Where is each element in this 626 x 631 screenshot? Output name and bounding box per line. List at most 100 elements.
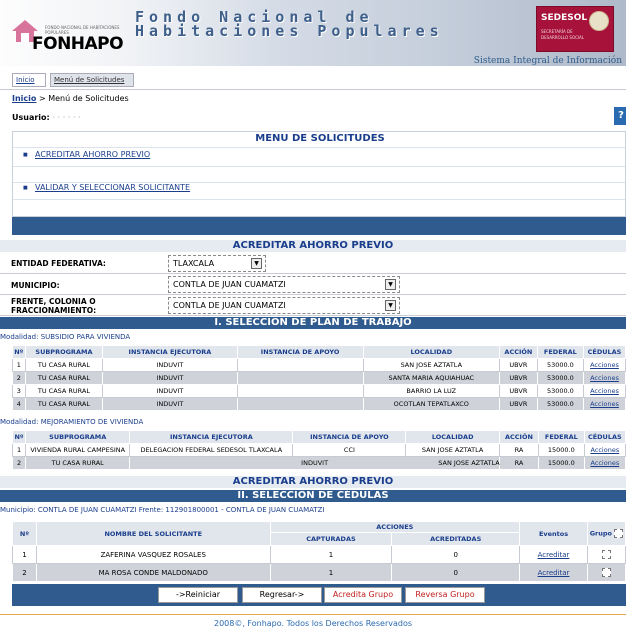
cell-nombre: ZAFERINA VASQUEZ ROSALES — [35, 545, 271, 564]
table-row[interactable]: 1 VIVIENDA RURAL CAMPESINA DELEGACION FE… — [11, 443, 626, 457]
breadcrumb-current: Menú de Solicitudes — [48, 94, 129, 103]
help-button[interactable]: ? — [614, 107, 626, 125]
col-header: ACCIONES — [269, 521, 521, 533]
acredita-grupo-button[interactable]: Acredita Grupo — [324, 587, 402, 603]
national-seal-icon — [589, 11, 609, 31]
cell-localidad: BARRIO LA LUZ — [362, 384, 501, 398]
cell-ejecutora: INDUVIT — [102, 371, 238, 385]
cell-subprograma: TU CASA RURAL — [24, 371, 104, 385]
cell-accion: UBVR — [499, 358, 538, 372]
municipio-select[interactable]: CONTLA DE JUAN CUAMATZI ▼ — [168, 276, 400, 293]
cell-no: 2 — [12, 563, 37, 582]
chevron-down-icon[interactable]: ▼ — [251, 258, 262, 269]
divider — [13, 147, 625, 148]
fonhapo-logo: FONDO NACIONAL DE HABITACIONES POPULARES… — [8, 12, 128, 56]
col-header: Grupo — [586, 521, 626, 546]
menu-item-validar[interactable]: VALIDAR Y SELECCIONAR SOLICITANTE — [23, 183, 190, 192]
col-header: CAPTURADAS — [269, 532, 393, 546]
col-header: INSTANCIA DE APOYO — [292, 430, 407, 444]
menu-bottom-bar — [12, 217, 626, 235]
cell-capturadas: 1 — [269, 563, 393, 582]
cedulas-title: II. SELECCIÓN DE CÉDULAS — [0, 490, 626, 502]
cell-federal: 53000.0 — [536, 397, 584, 411]
entidad-label: ENTIDAD FEDERATIVA: — [11, 259, 106, 268]
cell-accion: UBVR — [499, 371, 538, 385]
chevron-down-icon[interactable]: ▼ — [385, 300, 396, 311]
cedulas-table: Nº NOMBRE DEL SOLICITANTE ACCIONES Event… — [12, 521, 626, 582]
col-header: FEDERAL — [536, 345, 584, 359]
col-header: ACREDITADAS — [391, 532, 521, 546]
cell-grupo — [586, 545, 626, 564]
chevron-down-icon[interactable]: ▼ — [385, 279, 396, 290]
tab-menu-solicitudes[interactable]: Menú de Solicitudes — [50, 73, 134, 87]
col-header: CÉDULAS — [583, 430, 626, 444]
acreditar-link[interactable]: Acreditar — [519, 545, 588, 564]
acciones-link[interactable]: Acciones — [582, 358, 626, 372]
user-line: Usuario: · · · · · · — [12, 113, 81, 122]
cell-ejecutora: INDUVIT — [102, 384, 238, 398]
cell-no: 4 — [12, 397, 26, 411]
cell-ejecutora: DELEGACION FEDERAL SEDESOL TLAXCALA — [129, 443, 294, 457]
table-row[interactable]: 2 MA ROSA CONDE MALDONADO 1 0 Acreditar — [12, 563, 626, 582]
table-row[interactable]: 1 TU CASA RURAL INDUVIT SAN JOSE AZTATLA… — [12, 358, 626, 372]
plan-subsidio-table: Nº SUBPROGRAMA INSTANCIA EJECUTORA INSTA… — [12, 345, 626, 411]
acreditar-link[interactable]: Acreditar — [519, 563, 588, 582]
entidad-select[interactable]: TLAXCALA ▼ — [168, 255, 266, 272]
acciones-link[interactable]: Acciones — [582, 384, 626, 398]
cell-subprograma: TU CASA RURAL — [24, 384, 104, 398]
sedesol-subtitle: SECRETARÍA DE DESARROLLO SOCIAL — [541, 29, 585, 40]
breadcrumb-home-link[interactable]: Inicio — [12, 94, 36, 103]
table-row[interactable]: 1 ZAFERINA VASQUEZ ROSALES 1 0 Acreditar — [12, 545, 626, 564]
col-header: Nº — [11, 430, 27, 444]
acciones-link[interactable]: Acciones — [583, 456, 626, 470]
cell-subprograma: TU CASA RURAL — [25, 456, 131, 470]
user-value: · · · · · · — [52, 113, 81, 122]
acciones-link[interactable]: Acciones — [582, 397, 626, 411]
col-header: FEDERAL — [538, 430, 585, 444]
site-title-line2: Habitaciones Populares — [135, 22, 444, 40]
divider — [13, 199, 625, 200]
cedulas-acreditar-title: ACREDITAR AHORRO PREVIO — [0, 476, 626, 488]
cell-localidad: SAN JOSE AZTATLA — [362, 358, 501, 372]
acciones-link[interactable]: Acciones — [583, 443, 626, 457]
regresar-button[interactable]: Regresar-> — [242, 587, 322, 603]
reversa-grupo-button[interactable]: Reversa Grupo — [405, 587, 485, 603]
cell-subprograma: VIVIENDA RURAL CAMPESINA — [25, 443, 131, 457]
header-banner: FONDO NACIONAL DE HABITACIONES POPULARES… — [0, 0, 626, 66]
tab-inicio[interactable]: Inicio — [12, 73, 46, 87]
select-all-checkbox[interactable] — [614, 529, 624, 538]
frente-select[interactable]: CONTLA DE JUAN CUAMATZI ▼ — [168, 297, 400, 314]
cell-localidad: OCOTLAN TEPATLAXCO — [362, 397, 501, 411]
entidad-value: TLAXCALA — [173, 259, 215, 268]
cell-ejecutora: INDUVIT — [102, 397, 238, 411]
table-row[interactable]: 3 TU CASA RURAL INDUVIT BARRIO LA LUZ UB… — [12, 384, 626, 398]
row-checkbox[interactable] — [601, 550, 611, 559]
cell-capturadas: 1 — [269, 545, 393, 564]
menu-item-acreditar[interactable]: ACREDITAR AHORRO PREVIO — [23, 150, 150, 159]
reiniciar-button[interactable]: ->Reiniciar — [158, 587, 238, 603]
cell-accion: RA — [498, 443, 540, 457]
table-row[interactable]: 2 TU CASA RURAL INDUVIT RA 15000.0 Accio… — [11, 456, 626, 470]
cell-federal: 53000.0 — [536, 384, 584, 398]
acciones-link[interactable]: Acciones — [582, 371, 626, 385]
cell-apoyo — [236, 371, 364, 385]
acreditar-title: ACREDITAR AHORRO PREVIO — [0, 240, 626, 252]
municipio-value: CONTLA DE JUAN CUAMATZI — [173, 280, 286, 289]
table-row[interactable]: 2 TU CASA RURAL INDUVIT SANTA MARIA AQUI… — [12, 371, 626, 385]
cell-acreditadas: 0 — [391, 545, 521, 564]
municipio-frente-line: Municipio: CONTLA DE JUAN CUAMATZI Frent… — [0, 506, 325, 514]
cell-acreditadas: 0 — [391, 563, 521, 582]
cell-nombre: MA ROSA CONDE MALDONADO — [35, 563, 271, 582]
row-checkbox[interactable] — [601, 568, 611, 577]
cell-ejecutora: INDUVIT — [102, 358, 238, 372]
breadcrumb-separator: > — [38, 94, 46, 103]
footer-divider — [0, 614, 626, 615]
breadcrumb: Inicio > Menú de Solicitudes — [12, 94, 129, 103]
menu-title: MENU DE SOLICITUDES — [255, 133, 385, 144]
cell-accion: UBVR — [499, 397, 538, 411]
table-row[interactable]: 4 TU CASA RURAL INDUVIT OCOTLAN TEPATLAX… — [12, 397, 626, 411]
col-header: Nº — [12, 521, 37, 546]
copyright: 2008©, Fonhapo. Todos los Derechos Reser… — [213, 619, 413, 628]
frente-label-1: FRENTE, COLONIA O — [11, 297, 96, 306]
col-header: SUBPROGRAMA — [25, 430, 131, 444]
